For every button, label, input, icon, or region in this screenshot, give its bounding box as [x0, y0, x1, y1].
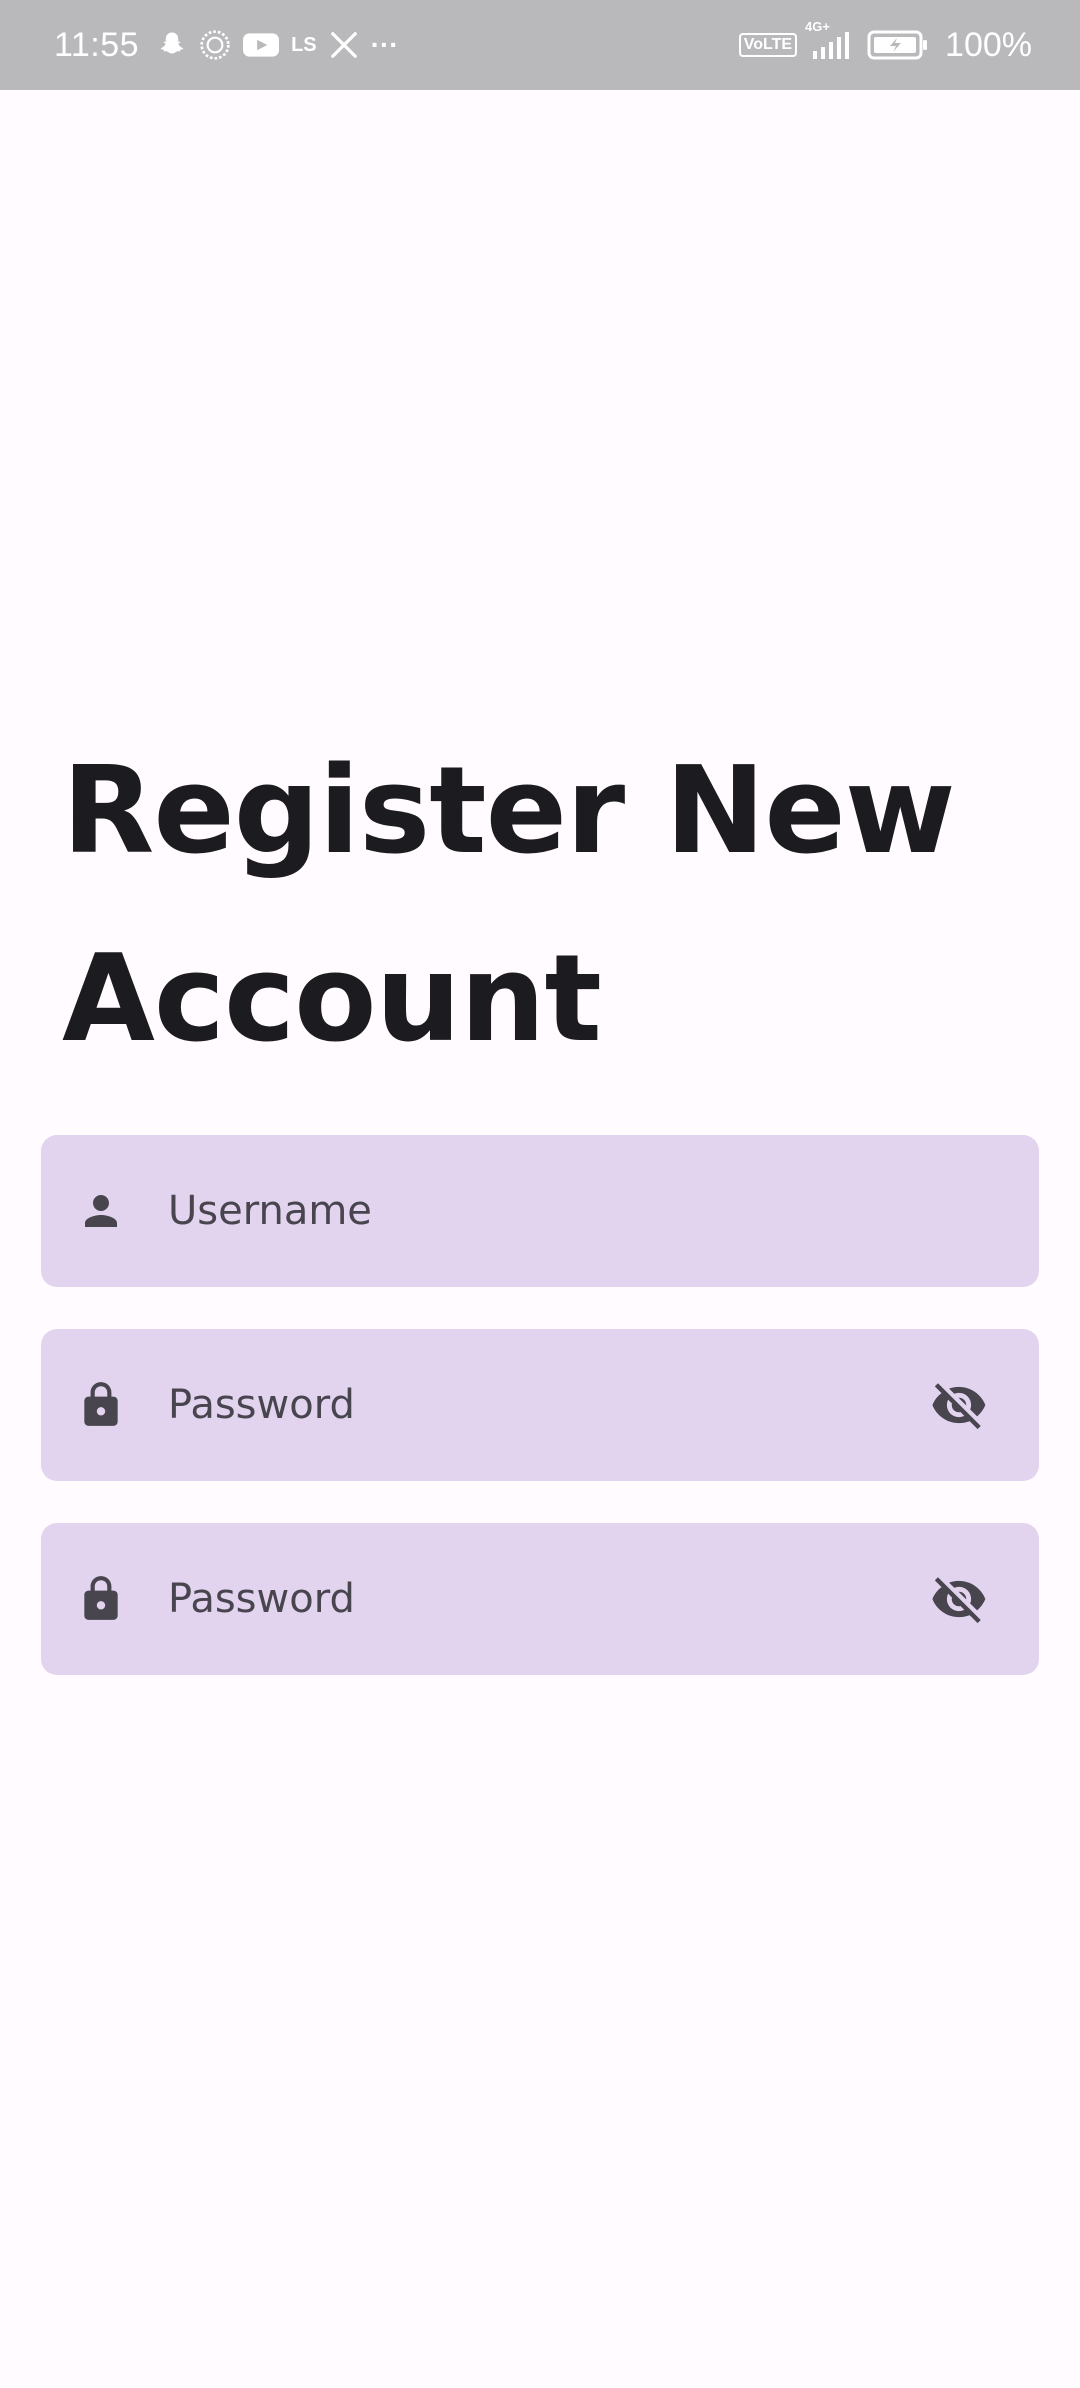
visibility-off-icon[interactable] [927, 1569, 991, 1629]
password-field[interactable] [41, 1329, 1039, 1481]
page-title-line-1: Register New [62, 742, 956, 881]
lock-icon [71, 1569, 131, 1629]
youtube-icon [243, 31, 280, 59]
signal-icon: 4G+ [805, 19, 855, 61]
volte-badge: VoLTE [738, 33, 798, 57]
confirm-password-input[interactable] [168, 1523, 928, 1675]
confirm-password-field[interactable] [41, 1523, 1039, 1675]
page-title: Register New Account [62, 718, 1042, 1094]
battery-percent: 100% [945, 25, 1032, 64]
page-title-line-2: Account [62, 930, 602, 1069]
lock-icon [71, 1375, 131, 1435]
battery-icon [867, 29, 929, 61]
ls-icon: LS [291, 33, 317, 56]
status-time: 11:55 [54, 25, 140, 64]
status-bar: 11:55 LS ··· VoLTE 4G+ 100% [0, 0, 1080, 90]
status-bar-right: VoLTE 4G+ 100% [738, 19, 1032, 65]
visibility-off-icon[interactable] [927, 1375, 991, 1435]
username-field[interactable] [41, 1135, 1039, 1287]
more-dots-icon: ··· [370, 29, 399, 60]
x-icon [329, 30, 359, 60]
password-input[interactable] [168, 1329, 928, 1481]
network-type-label: 4G+ [805, 19, 830, 34]
person-icon [71, 1181, 131, 1241]
username-input[interactable] [168, 1135, 928, 1287]
snapchat-icon [157, 30, 187, 60]
vpn-icon [199, 29, 231, 61]
status-bar-left: 11:55 LS ··· [54, 26, 399, 65]
